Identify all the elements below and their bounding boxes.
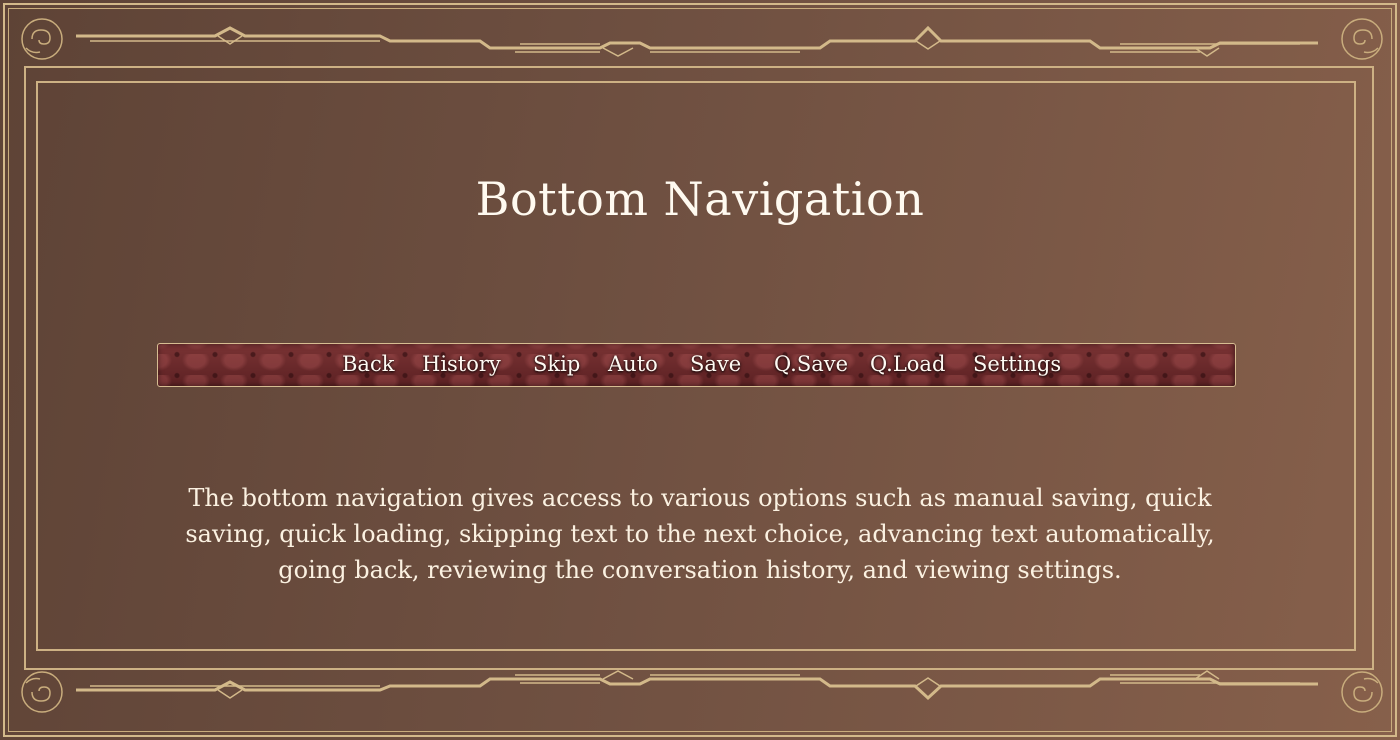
nav-quick-save-button[interactable]: Q.Save [774, 352, 848, 376]
bottom-navigation-bar: Back History Skip Auto Save Q.Save Q.Loa… [157, 343, 1236, 387]
corner-swirl-top-left [21, 18, 63, 60]
page-title: Bottom Navigation [475, 172, 925, 226]
game-screen: Bottom Navigation Back History Skip Auto… [0, 0, 1400, 740]
corner-swirl-top-right [1341, 18, 1383, 60]
nav-settings-button[interactable]: Settings [973, 352, 1061, 376]
nav-auto-button[interactable]: Auto [608, 352, 658, 376]
bottom-ornament-border [21, 670, 1383, 713]
nav-skip-button[interactable]: Skip [533, 352, 580, 376]
nav-quick-load-button[interactable]: Q.Load [870, 352, 945, 376]
nav-save-button[interactable]: Save [690, 352, 741, 376]
nav-history-button[interactable]: History [422, 352, 501, 376]
corner-swirl-bottom-right [1341, 671, 1383, 713]
description-text: The bottom navigation gives access to va… [185, 484, 1215, 584]
corner-swirl-bottom-left [21, 671, 63, 713]
nav-back-button[interactable]: Back [342, 352, 394, 376]
top-ornament-border [21, 18, 1383, 60]
